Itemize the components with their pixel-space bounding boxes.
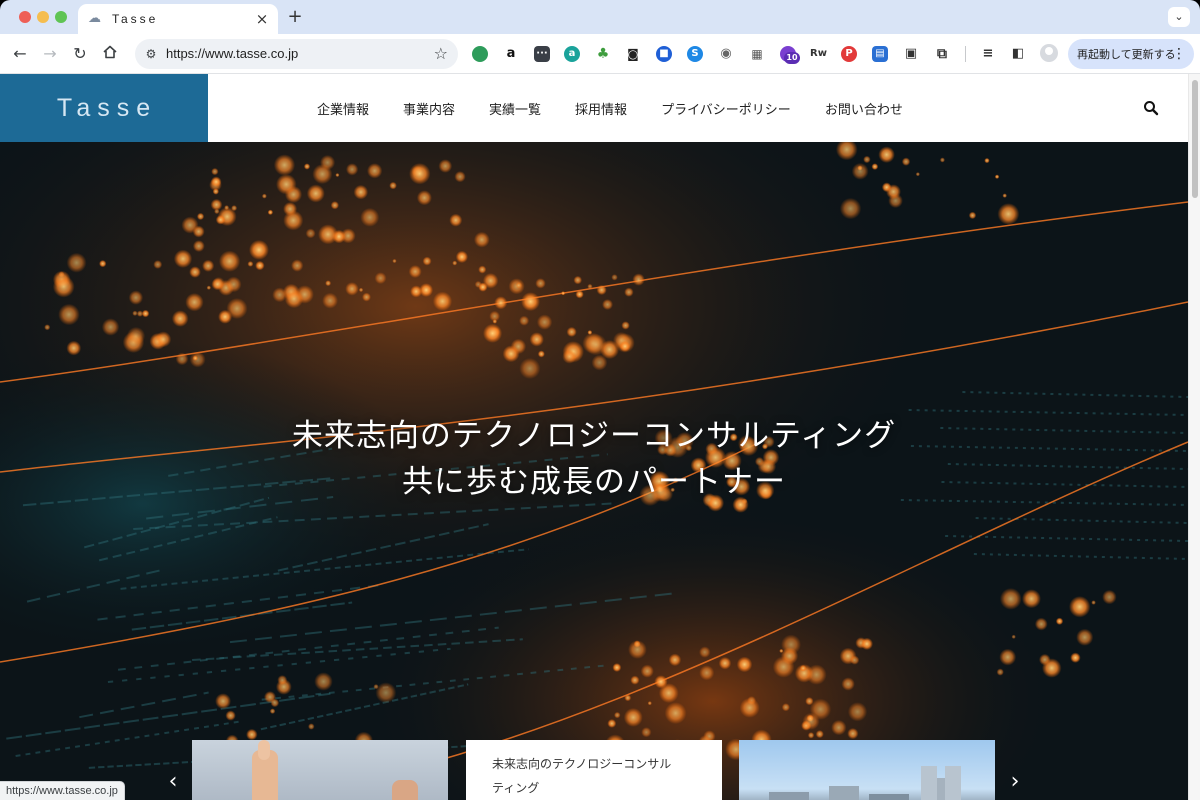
shield-extension-icon[interactable]: ■	[656, 46, 672, 62]
cloud-favicon-icon: ☁	[88, 11, 101, 26]
tab-close-icon[interactable]: ×	[254, 11, 270, 27]
hero-section: 未来志向のテクノロジーコンサルティング 共に歩む成長のパートナー 未来志向のテク…	[0, 142, 1188, 800]
calendar-extension-icon[interactable]: ▤	[872, 46, 888, 62]
window-minimize-button[interactable]	[37, 11, 49, 23]
scrollbar-thumb[interactable]	[1192, 80, 1198, 198]
feature-card-thumbs-up[interactable]	[192, 740, 448, 800]
s-extension-icon[interactable]: S	[687, 46, 703, 62]
image-extension-icon[interactable]: ▦	[749, 46, 765, 62]
mask-extension-icon[interactable]: ◙	[625, 46, 641, 62]
logo-text: Tasse	[56, 93, 158, 122]
extension-green-icon[interactable]	[472, 46, 488, 62]
camera-extension-icon[interactable]: ◉	[718, 46, 734, 62]
nav-achievements[interactable]: 実績一覧	[489, 99, 541, 118]
pinterest-extension-icon[interactable]: P	[841, 46, 857, 62]
browser-tab-active[interactable]: ☁ Tasse ×	[78, 4, 278, 34]
side-panel-icon[interactable]: ◧	[1010, 46, 1026, 62]
nav-privacy[interactable]: プライバシーポリシー	[661, 99, 791, 118]
profile-avatar-icon[interactable]	[1040, 44, 1058, 62]
card-text-line-1: 未来志向のテクノロジーコンサル	[492, 757, 672, 771]
thumbs-up-photo	[252, 740, 418, 800]
site-nav: 企業情報 事業内容 実績一覧 採用情報 プライバシーポリシー お問い合わせ	[300, 74, 920, 142]
rw-extension-icon[interactable]: Rw	[810, 46, 827, 62]
nav-business[interactable]: 事業内容	[403, 99, 455, 118]
site-header: Tasse 企業情報 事業内容 実績一覧 採用情報 プライバシーポリシー お問い…	[0, 74, 1188, 142]
forward-arrow-icon[interactable]: →	[40, 44, 60, 64]
tab-search-chevron-icon[interactable]: ⌄	[1168, 7, 1190, 27]
site-logo[interactable]: Tasse	[0, 74, 208, 142]
address-bar[interactable]: ⚙ https://www.tasse.co.jp ☆	[135, 39, 458, 69]
page-scrollbar[interactable]	[1188, 74, 1200, 800]
page-viewport: Tasse 企業情報 事業内容 実績一覧 採用情報 プライバシーポリシー お問い…	[0, 74, 1188, 800]
link-status-bubble: https://www.tasse.co.jp	[0, 781, 125, 800]
browser-toolbar: ← → ↻ ⚙ https://www.tasse.co.jp ☆ a ··· …	[0, 34, 1200, 74]
extension-count-badge: 10	[784, 52, 800, 64]
window-zoom-button[interactable]	[55, 11, 67, 23]
nav-recruit[interactable]: 採用情報	[575, 99, 627, 118]
feature-card-text[interactable]: 未来志向のテクノロジーコンサル ティング	[466, 740, 722, 800]
toolbar-separator	[965, 46, 966, 62]
extension-dots-icon[interactable]: ···	[534, 46, 550, 62]
carousel-prev-chevron-icon[interactable]: ‹	[163, 770, 183, 794]
url-text[interactable]: https://www.tasse.co.jp	[166, 46, 298, 62]
feature-card-city[interactable]	[739, 740, 995, 800]
home-icon[interactable]	[100, 44, 120, 64]
search-icon[interactable]	[1143, 100, 1159, 116]
city-skyline-photo	[769, 766, 961, 800]
site-info-tune-icon[interactable]: ⚙	[143, 46, 159, 62]
media-queue-icon[interactable]: ≡	[980, 46, 996, 62]
card-text-line-2: ティング	[492, 781, 540, 795]
amazon-extension-icon[interactable]: a	[503, 46, 519, 62]
update-button-label: 再起動して更新する	[1077, 48, 1176, 61]
kebab-menu-icon[interactable]: ⋮	[1172, 45, 1186, 63]
carousel-next-chevron-icon[interactable]: ›	[1005, 770, 1025, 794]
nav-company[interactable]: 企業情報	[317, 99, 369, 118]
clover-extension-icon[interactable]: ♣	[595, 46, 611, 62]
a-circle-extension-icon[interactable]: a	[564, 46, 580, 62]
tab-title: Tasse	[112, 12, 159, 26]
window-extension-icon[interactable]: ▣	[903, 46, 919, 62]
nav-contact[interactable]: お問い合わせ	[825, 99, 903, 118]
hero-title-line-2: 共に歩む成長のパートナー	[402, 464, 786, 500]
update-restart-button[interactable]: 再起動して更新する ⋮	[1068, 39, 1194, 69]
browser-tab-strip: ☁ Tasse × + ⌄	[0, 0, 1200, 34]
back-arrow-icon[interactable]: ←	[10, 44, 30, 64]
hero-title-line-1: 未来志向のテクノロジーコンサルティング	[291, 418, 897, 454]
bookmark-star-icon[interactable]: ☆	[434, 44, 448, 64]
window-close-button[interactable]	[19, 11, 31, 23]
puzzle-extensions-icon[interactable]: ⧉	[934, 46, 950, 62]
new-tab-button[interactable]: +	[286, 7, 304, 27]
reload-icon[interactable]: ↻	[70, 44, 90, 64]
